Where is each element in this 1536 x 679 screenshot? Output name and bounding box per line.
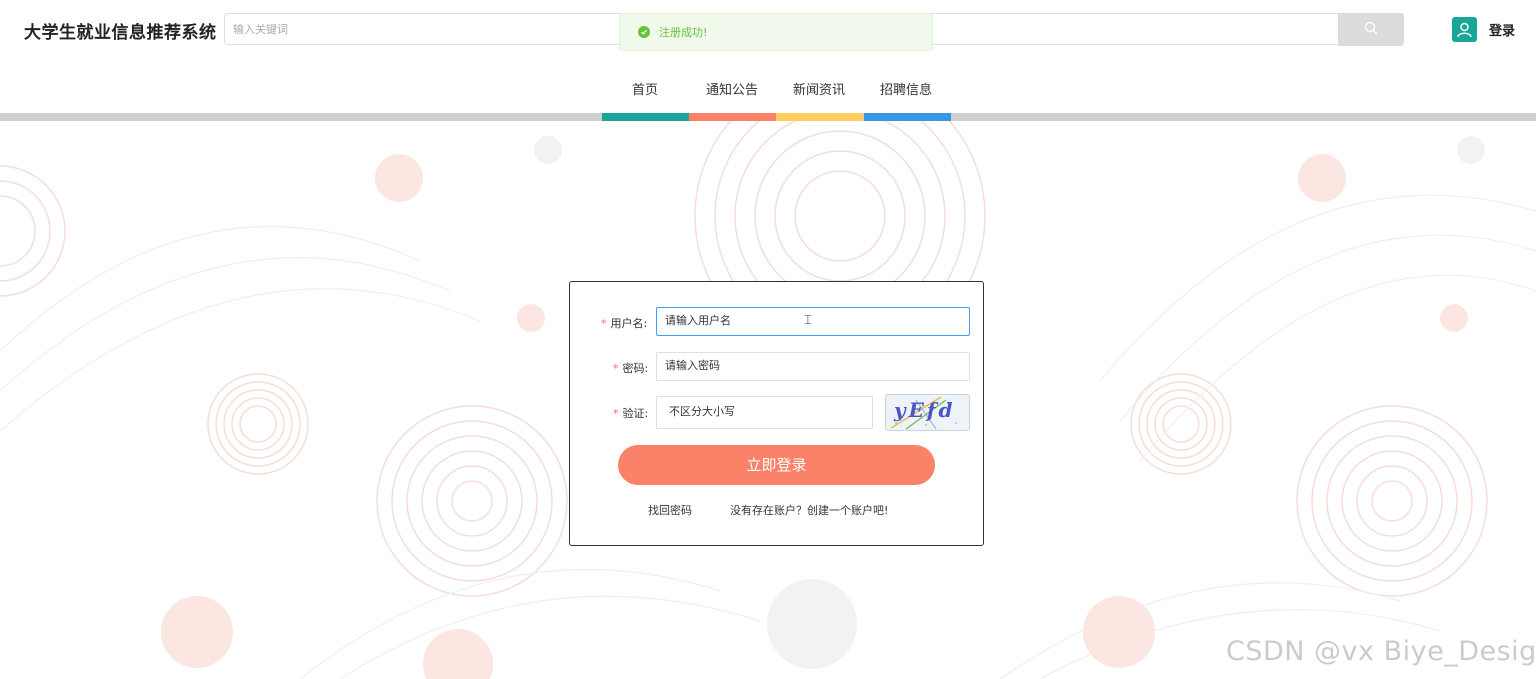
text-cursor-icon: ⌶ (804, 313, 812, 328)
site-title: 大学生就业信息推荐系统 (24, 23, 217, 43)
username-input[interactable]: 请输入用户名 ⌶ (656, 307, 970, 336)
search-button[interactable] (1338, 13, 1404, 46)
search-icon (1364, 20, 1378, 39)
password-label: * 密码: (613, 360, 648, 376)
main-nav: 首页 通知公告 新闻资讯 招聘信息 (0, 60, 1536, 121)
password-input[interactable]: 请输入密码 (656, 352, 970, 381)
captcha-input[interactable]: 不区分大小写 (656, 396, 873, 429)
nav-item-jobs[interactable]: 招聘信息 (880, 79, 932, 98)
login-submit-button[interactable]: 立即登录 (618, 445, 935, 485)
username-placeholder: 请输入用户名 (665, 314, 731, 327)
register-link[interactable]: 没有存在账户？创建一个账户吧! (730, 502, 888, 518)
check-circle-icon (638, 26, 650, 38)
username-label-text: 用户名: (610, 317, 648, 330)
captcha-label: * 验证: (613, 405, 648, 421)
login-link[interactable]: 登录 (1489, 20, 1515, 39)
nav-item-notices[interactable]: 通知公告 (706, 79, 758, 98)
nav-item-news[interactable]: 新闻资讯 (793, 79, 845, 98)
watermark: CSDN @vx Biye_Design (1226, 636, 1536, 667)
required-mark: * (613, 362, 619, 375)
nav-seg-jobs (864, 113, 951, 121)
login-card: * 用户名: 请输入用户名 ⌶ * 密码: 请输入密码 * 验证: 不区分大小写 yE… (569, 281, 984, 546)
nav-seg-news (776, 113, 863, 121)
nav-color-bar (0, 113, 1536, 121)
nav-seg-home (602, 113, 689, 121)
required-mark: * (613, 407, 619, 420)
captcha-placeholder: 不区分大小写 (669, 405, 735, 418)
forgot-password-link[interactable]: 找回密码 (648, 502, 692, 518)
nav-seg-notices (689, 113, 776, 121)
toast-message: 注册成功! (659, 26, 708, 39)
captcha-image[interactable]: yEfd (885, 394, 970, 431)
captcha-code: yEfd (894, 398, 956, 422)
nav-item-home[interactable]: 首页 (632, 79, 658, 98)
captcha-label-text: 验证: (622, 407, 649, 420)
password-label-text: 密码: (622, 362, 649, 375)
success-toast: 注册成功! (619, 13, 933, 51)
password-placeholder: 请输入密码 (665, 359, 720, 372)
username-label: * 用户名: (601, 315, 647, 331)
required-mark: * (601, 317, 607, 330)
user-avatar-icon[interactable] (1452, 17, 1477, 42)
